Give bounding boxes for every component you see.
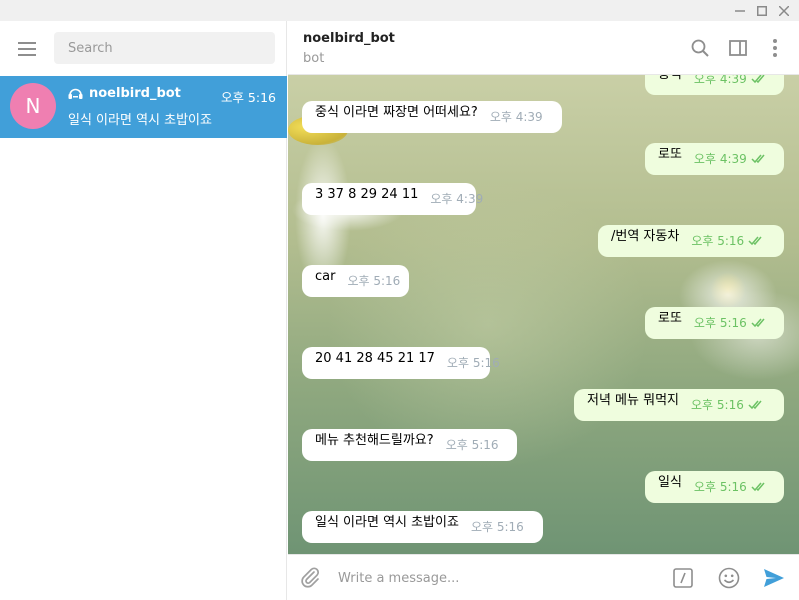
message-outgoing[interactable]: 일식 오후 5:16	[645, 471, 784, 503]
message-text: 메뉴 추천해드릴까요?	[315, 433, 434, 448]
sidebar-toggle-icon[interactable]	[727, 37, 749, 59]
chat-subtitle: bot	[303, 51, 325, 66]
chat-preview: 일식 이라면 역시 초밥이죠	[68, 113, 212, 128]
message-text: 로또	[658, 147, 682, 162]
message-incoming[interactable]: 일식 이라면 역시 초밥이죠 오후 5:16	[302, 511, 543, 543]
avatar: N	[10, 83, 56, 129]
message-incoming[interactable]: 메뉴 추천해드릴까요? 오후 5:16	[302, 429, 517, 461]
message-outgoing[interactable]: 로또 오후 4:39	[645, 143, 784, 175]
message-text: car	[315, 269, 336, 284]
message-list[interactable]: 중식 오후 4:39 중식 이라면 짜장면 어떠세요? 오후 4:39 로또 오…	[288, 75, 799, 554]
message-text: 3 37 8 29 24 11	[315, 187, 419, 202]
message-composer	[288, 554, 799, 600]
message-text: 일식	[658, 475, 682, 490]
maximize-icon[interactable]	[752, 2, 772, 19]
message-time: 오후 5:16	[470, 520, 524, 534]
message-text: 중식	[658, 75, 682, 95]
message-time: 오후 5:16	[694, 478, 769, 503]
double-check-icon	[748, 236, 762, 245]
send-icon[interactable]	[762, 566, 786, 590]
message-input[interactable]	[338, 567, 638, 589]
message-time: 오후 5:16	[691, 396, 766, 421]
message-text: /번역 자동차	[611, 229, 680, 244]
double-check-icon	[751, 75, 765, 83]
bot-icon	[68, 87, 83, 100]
message-time: 오후 4:39	[430, 192, 484, 206]
message-time: 오후 5:16	[446, 356, 500, 370]
chat-name: noelbird_bot	[89, 86, 181, 101]
message-outgoing[interactable]: /번역 자동차 오후 5:16	[598, 225, 784, 257]
double-check-icon	[751, 482, 765, 491]
chat-title[interactable]: noelbird_bot	[303, 31, 395, 46]
paperclip-icon[interactable]	[298, 565, 322, 589]
message-time: 오후 5:16	[694, 314, 769, 339]
double-check-icon	[748, 400, 762, 409]
bot-commands-icon[interactable]	[671, 566, 695, 590]
close-icon[interactable]	[774, 2, 794, 19]
message-incoming[interactable]: car 오후 5:16	[302, 265, 409, 297]
message-time: 오후 5:16	[347, 274, 401, 288]
double-check-icon	[751, 318, 765, 327]
emoji-icon[interactable]	[717, 566, 741, 590]
message-time: 오후 5:16	[445, 438, 499, 452]
sidebar: N noelbird_bot 오후 5:16 일식 이라면 역시 초밥이죠	[0, 21, 287, 600]
message-incoming[interactable]: 20 41 28 45 21 17 오후 5:16	[302, 347, 500, 379]
double-check-icon	[751, 154, 765, 163]
message-time: 오후 4:39	[694, 150, 769, 175]
hamburger-menu-icon[interactable]	[12, 38, 42, 60]
minimize-icon[interactable]	[730, 2, 750, 19]
chat-time: 오후 5:16	[220, 90, 276, 105]
message-time: 오후 4:39	[694, 75, 769, 95]
message-text: 일식 이라면 역시 초밥이죠	[315, 515, 459, 530]
message-time: 오후 4:39	[489, 110, 543, 124]
chat-list-item[interactable]: N noelbird_bot 오후 5:16 일식 이라면 역시 초밥이죠	[0, 76, 287, 138]
message-text: 로또	[658, 311, 682, 326]
message-time: 오후 5:16	[691, 232, 766, 257]
search-icon[interactable]	[689, 37, 711, 59]
message-outgoing[interactable]: 중식 오후 4:39	[645, 75, 784, 95]
message-outgoing[interactable]: 저녁 메뉴 뭐먹지 오후 5:16	[574, 389, 784, 421]
message-incoming[interactable]: 3 37 8 29 24 11 오후 4:39	[302, 183, 483, 215]
message-outgoing[interactable]: 로또 오후 5:16	[645, 307, 784, 339]
search-input[interactable]	[54, 32, 275, 64]
message-text: 20 41 28 45 21 17	[315, 351, 435, 366]
window-titlebar	[0, 0, 799, 21]
message-text: 중식 이라면 짜장면 어떠세요?	[315, 105, 478, 120]
chat-header: noelbird_bot bot	[288, 21, 799, 75]
message-incoming[interactable]: 중식 이라면 짜장면 어떠세요? 오후 4:39	[302, 101, 562, 133]
message-text: 저녁 메뉴 뭐먹지	[587, 393, 679, 408]
more-options-icon[interactable]	[764, 37, 786, 59]
